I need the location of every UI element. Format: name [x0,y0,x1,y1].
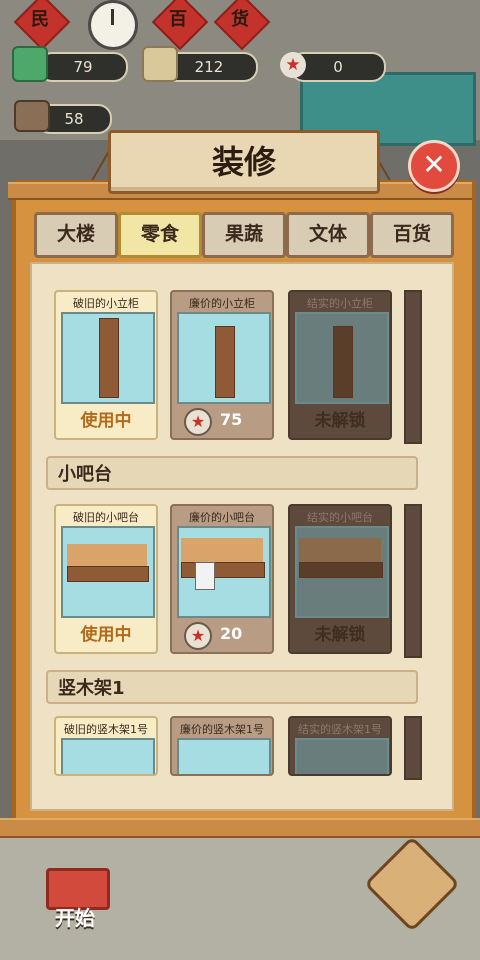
item-status: 使用中 [80,625,132,645]
sign-char: 民 [31,9,49,30]
cash-counter: 79 [38,52,128,82]
item-title: 结实的小立柜 [307,297,373,310]
close-button[interactable]: ✕ [408,140,460,192]
tab-general[interactable]: 百货 [370,212,454,258]
item-preview [295,526,389,618]
section-label: 小吧台 [46,456,418,490]
item-title: 破旧的小吧台 [73,511,139,524]
dialog-title: 装修 [211,143,276,181]
item-title: 破旧的竖木架1号 [64,723,148,736]
item-card[interactable]: 结实的小吧台 未解锁 [288,504,392,654]
item-title: 结实的竖木架1号 [298,723,382,736]
item-price: 75 [220,410,243,429]
item-price: 20 [220,624,243,643]
item-title: 结实的小吧台 [307,511,373,524]
item-title: 破旧的小立柜 [73,297,139,310]
item-card[interactable]: 廉价的竖木架1号 [170,716,274,776]
start-label: 开始 [55,906,95,930]
tab-snacks[interactable]: 零食 [118,212,202,258]
item-status: 使用中 [80,411,132,431]
star-icon: ★ [184,622,212,650]
item-preview [295,312,389,404]
tab-produce[interactable]: 果蔬 [202,212,286,258]
star-icon: ★ [280,52,306,78]
item-card[interactable]: 结实的小立柜 未解锁 [288,290,392,440]
clock-icon [88,0,138,50]
dialog-title-plank: 装修 [108,130,380,194]
item-card[interactable]: 结实的竖木架1号 [288,716,392,776]
item-preview [61,738,155,774]
item-card[interactable]: 破旧的小吧台 使用中 [54,504,158,654]
close-icon: ✕ [422,148,446,181]
panel-bottom-beam [0,818,480,838]
item-preview [177,312,271,404]
item-card-peek [404,290,422,444]
cash-icon[interactable] [12,46,48,82]
item-preview [295,738,389,774]
sign-char: 百 [169,9,187,30]
item-status: 未解锁 [314,625,366,645]
item-preview [61,312,155,404]
item-card-peek [404,716,422,780]
item-preview [177,526,271,618]
item-card[interactable]: 廉价的小吧台 ★ 20 [170,504,274,654]
sign-char: 货 [231,9,249,30]
star-icon: ★ [184,408,212,436]
item-status: 未解锁 [314,411,366,431]
item-card[interactable]: 破旧的竖木架1号 [54,716,158,776]
item-card[interactable]: 破旧的小立柜 使用中 [54,290,158,440]
section-label: 竖木架1 [46,670,418,704]
shop-icon [14,100,50,132]
tab-building[interactable]: 大楼 [34,212,118,258]
item-title: 廉价的小立柜 [189,297,255,310]
goods-icon[interactable] [142,46,178,82]
item-card-peek [404,504,422,658]
item-title: 廉价的小吧台 [189,511,255,524]
start-button[interactable]: 开始 [40,858,110,930]
item-card[interactable]: 廉价的小立柜 ★ 75 [170,290,274,440]
tab-sports[interactable]: 文体 [286,212,370,258]
item-preview [61,526,155,618]
item-preview [177,738,271,774]
item-title: 廉价的竖木架1号 [180,723,264,736]
